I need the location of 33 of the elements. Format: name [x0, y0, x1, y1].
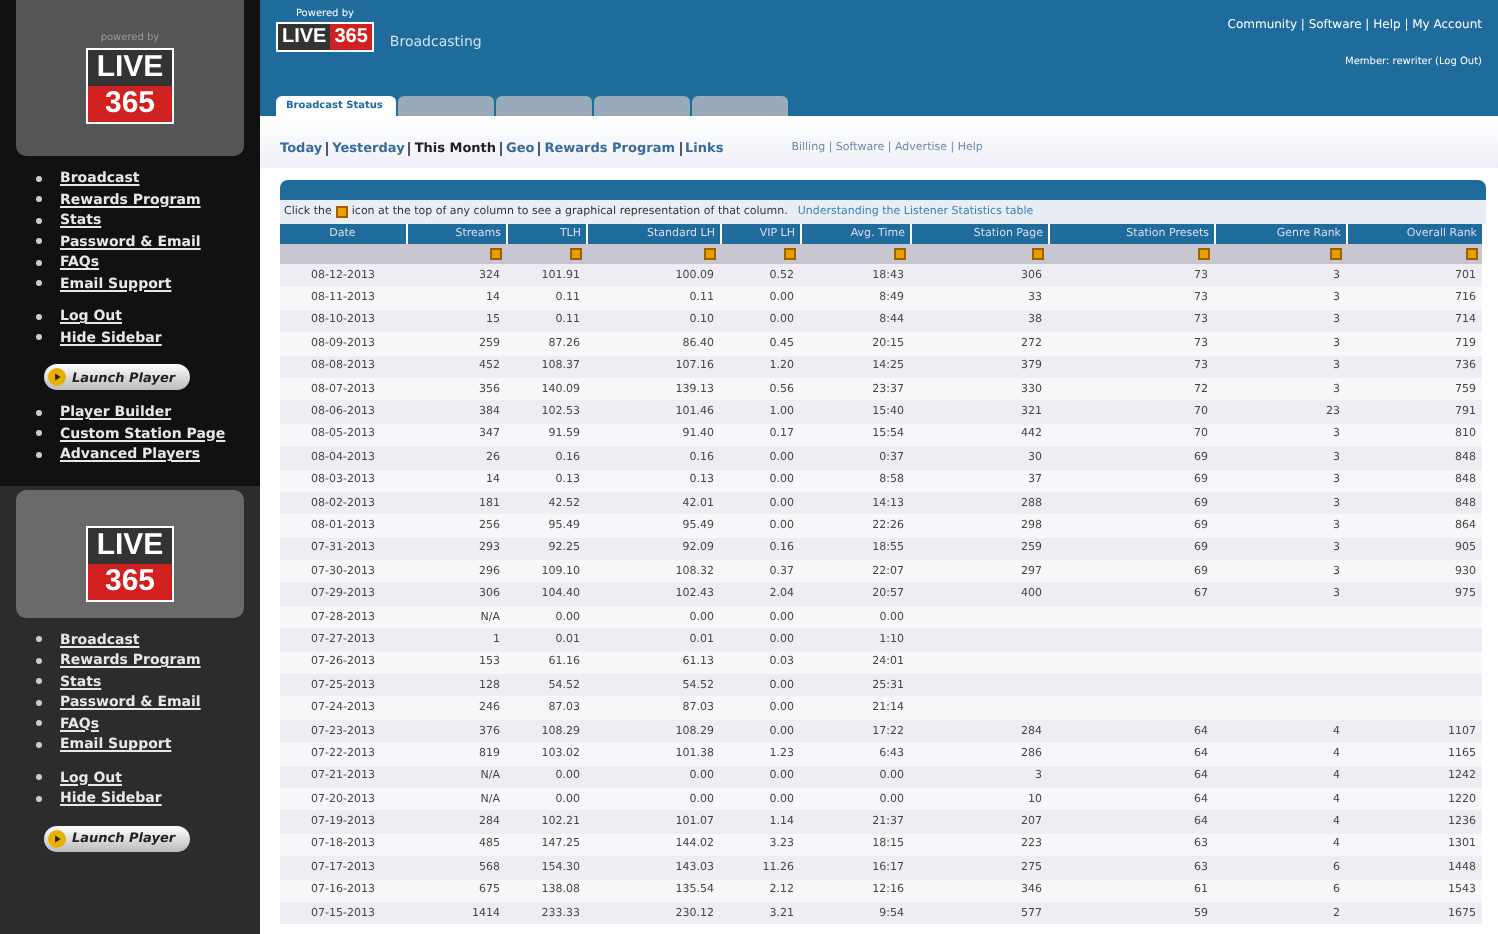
bullet-icon — [36, 334, 42, 341]
live365-logo[interactable]: LIVE 365 — [86, 525, 174, 601]
chart-icon[interactable] — [784, 248, 796, 260]
chart-icon[interactable] — [704, 248, 716, 260]
chart-icon[interactable] — [894, 248, 906, 260]
chart-icon[interactable] — [1466, 248, 1478, 260]
bullet-icon — [36, 430, 42, 437]
chart-icon[interactable] — [1198, 248, 1210, 260]
bullet-icon — [36, 774, 42, 781]
bullet-icon — [36, 795, 42, 802]
bullet-icon — [36, 409, 42, 416]
bullet-icon — [36, 720, 42, 727]
play-icon — [48, 368, 66, 386]
chart-icon[interactable] — [490, 248, 502, 260]
bullet-icon — [36, 451, 42, 458]
chart-icon[interactable] — [570, 248, 582, 260]
chart-icon[interactable] — [1032, 248, 1044, 260]
bullet-icon — [36, 175, 42, 182]
bullet-icon — [36, 280, 42, 287]
chart-icon[interactable] — [1330, 248, 1342, 260]
bullet-icon — [36, 217, 42, 224]
bullet-icon — [36, 196, 42, 203]
chart-icon — [335, 206, 348, 218]
bullet-icon — [36, 636, 42, 643]
bullet-icon — [36, 313, 42, 320]
bullet-icon — [36, 699, 42, 706]
bullet-icon — [36, 657, 42, 664]
bullet-icon — [36, 741, 42, 748]
play-icon — [48, 829, 66, 847]
bullet-icon — [36, 678, 42, 685]
bullet-icon — [36, 259, 42, 266]
live365-logo[interactable]: LIVE 365 — [86, 48, 174, 124]
bullet-icon — [36, 238, 42, 245]
